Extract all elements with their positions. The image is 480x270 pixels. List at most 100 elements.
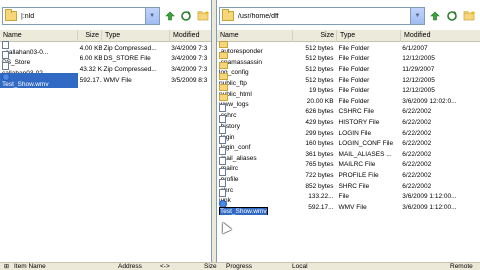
file-modified: 6/22/2002 [402, 161, 432, 169]
file-modified: 3/4/2009 7:3 [171, 65, 208, 73]
file-icon [219, 189, 226, 198]
remote-path-text: /usr/home/dff [238, 12, 279, 20]
up-arrow-icon[interactable] [428, 9, 442, 23]
file-type: File Folder [338, 55, 370, 63]
file-row[interactable]: Test_Show.wmv 592.17... WMV File 3/6/2009 1… [217, 199, 480, 215]
local-pane: |:nld ▼ Name Size Type Modified _callaha… [0, 0, 212, 262]
queue-col-direction[interactable]: <-> [160, 263, 170, 270]
file-type: LOGIN_CONF File [338, 140, 394, 148]
file-type: HISTORY File [338, 118, 380, 126]
file-size: 852 bytes [305, 182, 334, 190]
file-icon [219, 157, 226, 166]
col-size[interactable]: Size [78, 30, 102, 42]
wmv-icon [2, 72, 10, 81]
file-icon [219, 104, 226, 113]
file-row[interactable]: Test_Show.wmv 592.17...WMV File 3/5/2009 8… [0, 72, 211, 88]
col-type[interactable]: Type [102, 30, 170, 42]
file-type: File Folder [338, 65, 370, 73]
file-size: 20.00 KB [306, 97, 334, 105]
folder-icon [5, 9, 17, 21]
file-icon [2, 61, 9, 70]
file-size: 592.17... [308, 203, 334, 211]
file-modified: 6/22/2002 [402, 182, 432, 190]
file-modified: 12/12/2005 [402, 87, 435, 95]
refresh-icon[interactable] [179, 9, 193, 23]
file-size: 592.17... [79, 76, 102, 84]
queue-icon: ⊞ [4, 264, 10, 270]
rename-input[interactable]: Test_Show.wmv [219, 206, 268, 215]
file-type: File Folder [338, 87, 370, 95]
file-type: LOGIN File [338, 129, 372, 137]
file-modified: 3/4/2009 7:3 [171, 55, 208, 63]
file-icon [2, 51, 9, 60]
remote-path-bar: /usr/home/dff ▼ [219, 6, 480, 26]
new-folder-icon[interactable] [196, 9, 210, 23]
local-path-bar: |:nld ▼ [2, 6, 210, 26]
col-modified[interactable]: Modified [401, 30, 480, 42]
file-modified: 3/5/2009 8:3 [171, 76, 208, 84]
file-modified: 6/22/2002 [402, 108, 432, 116]
file-name-text: Test_Show.wmv [2, 80, 49, 88]
file-size: 722 bytes [305, 171, 334, 179]
file-type: MAILRC File [338, 161, 376, 169]
file-icon [219, 167, 226, 176]
col-name[interactable]: Name [217, 30, 293, 42]
file-icon [219, 136, 226, 145]
queue-col-local[interactable]: Local [292, 263, 308, 270]
file-name: Test_Show.wmv [0, 72, 78, 88]
folder-icon [219, 83, 228, 91]
col-size[interactable]: Size [293, 30, 337, 42]
col-modified[interactable]: Modified [170, 30, 211, 42]
queue-col-size[interactable]: Size [204, 263, 217, 270]
file-size: 512 bytes [305, 76, 334, 84]
file-type: WMV File [103, 76, 132, 84]
file-icon [219, 114, 226, 123]
col-type[interactable]: Type [337, 30, 401, 42]
file-type: File Folder [338, 97, 370, 105]
folder-icon [219, 94, 228, 102]
file-size: 512 bytes [305, 55, 334, 63]
remote-path-combo[interactable]: /usr/home/dff ▼ [219, 7, 425, 25]
file-type: File Folder [338, 76, 370, 84]
up-arrow-icon[interactable] [163, 9, 177, 23]
file-size: 4.00 KB [79, 44, 102, 52]
file-size: 6.00 KB [79, 55, 102, 63]
queue-col-progress[interactable]: Progress [226, 263, 252, 270]
new-folder-icon[interactable] [462, 9, 476, 23]
file-modified: 6/1/2007 [402, 44, 428, 52]
remote-file-list: .autoresponder 512 bytes File Folder 6/1/20… [217, 41, 480, 215]
file-size: 512 bytes [305, 44, 334, 52]
file-modified: 6/22/2002 [402, 118, 432, 126]
file-type: WMV File [338, 203, 367, 211]
local-path-text: |:nld [21, 12, 35, 20]
file-modified: 6/22/2002 [402, 129, 432, 137]
chevron-down-icon[interactable]: ▼ [410, 8, 424, 24]
file-type: File [338, 193, 350, 201]
file-modified: 3/6/2009 1:12:00... [402, 193, 457, 201]
file-modified: 11/29/2007 [402, 65, 435, 73]
file-size: 19 bytes [308, 87, 334, 95]
queue-col-address[interactable]: Address [118, 263, 142, 270]
file-modified: 12/12/2005 [402, 55, 435, 63]
file-type: PROFILE File [338, 171, 379, 179]
folder-icon [222, 9, 234, 21]
file-icon [219, 146, 226, 155]
remote-column-header: Name Size Type Modified [217, 30, 480, 42]
transfer-queue-header: ⊞ Item Name Address <-> Size Progress Lo… [0, 262, 480, 270]
local-path-combo[interactable]: |:nld ▼ [2, 7, 160, 25]
file-type: File Folder [338, 44, 370, 52]
chevron-down-icon[interactable]: ▼ [144, 8, 159, 24]
remote-pane: /usr/home/dff ▼ Name Size Type Modified … [216, 0, 480, 262]
file-type: DS_STORE File [103, 55, 151, 63]
file-icon [2, 40, 9, 49]
refresh-icon[interactable] [445, 9, 459, 23]
file-size: 133.22... [308, 193, 334, 201]
file-type: MAIL_ALIASES ... [338, 150, 392, 158]
folder-icon [219, 41, 228, 49]
file-size: 429 bytes [305, 118, 334, 126]
file-modified: 6/22/2002 [402, 171, 432, 179]
queue-col-remote[interactable]: Remote [450, 263, 473, 270]
file-type: CSHRC File [338, 108, 374, 116]
queue-col-item-name[interactable]: Item Name [14, 263, 46, 270]
file-size: 765 bytes [305, 161, 334, 169]
